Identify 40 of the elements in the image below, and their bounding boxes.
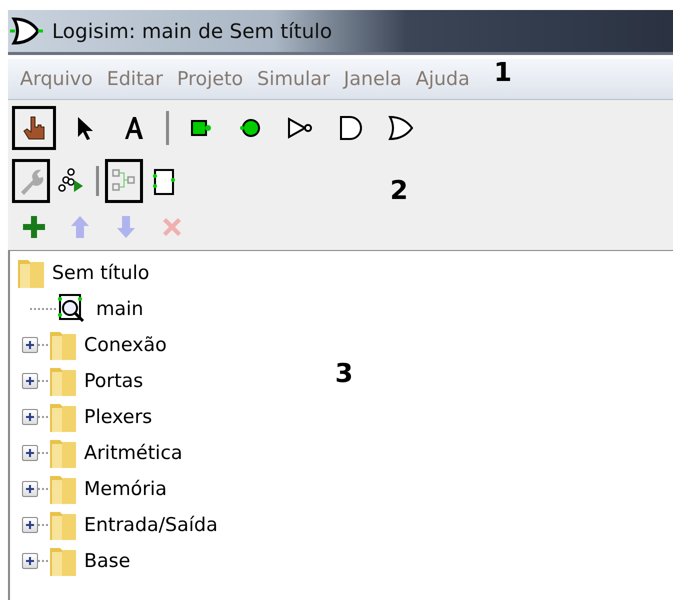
tree-item[interactable]: Portas bbox=[84, 370, 144, 392]
expand-toggle[interactable] bbox=[22, 553, 38, 569]
circuit-icon bbox=[56, 293, 86, 325]
app-logo-icon bbox=[10, 16, 44, 46]
menu-item[interactable]: Arquivo bbox=[20, 68, 93, 90]
tree-item[interactable]: Memória bbox=[84, 478, 167, 500]
plus-icon bbox=[25, 484, 35, 494]
callout-number: 1 bbox=[494, 58, 512, 88]
tree-item[interactable]: Entrada/Saída bbox=[84, 514, 218, 536]
expand-toggle[interactable] bbox=[22, 373, 38, 389]
menu-item[interactable]: Projeto bbox=[176, 68, 244, 90]
menu-item[interactable]: Ajuda bbox=[416, 68, 470, 90]
expand-toggle[interactable] bbox=[22, 517, 38, 533]
menu-item[interactable]: Janela bbox=[344, 68, 402, 90]
explorer-tab[interactable] bbox=[12, 159, 50, 203]
or-gate-icon bbox=[386, 113, 416, 143]
tree-item[interactable]: Conexão bbox=[84, 334, 167, 356]
plus-icon bbox=[25, 340, 35, 350]
plus-icon bbox=[25, 520, 35, 530]
callout-number: 2 bbox=[390, 176, 408, 206]
tree-item[interactable]: Base bbox=[84, 550, 130, 572]
expand-toggle[interactable] bbox=[22, 409, 38, 425]
tree-item[interactable]: Sem título bbox=[52, 262, 150, 284]
plus-icon bbox=[21, 214, 47, 240]
menu-item[interactable]: Editar bbox=[106, 68, 163, 90]
plus-icon bbox=[25, 556, 35, 566]
menu-item[interactable]: Simular bbox=[257, 68, 330, 90]
callout-number: 3 bbox=[335, 359, 354, 389]
plus-icon bbox=[25, 412, 35, 422]
expand-toggle[interactable] bbox=[22, 337, 38, 353]
tree-item[interactable]: main bbox=[96, 298, 144, 320]
tree-item[interactable]: Aritmética bbox=[84, 442, 183, 464]
plus-icon bbox=[25, 376, 35, 386]
expand-toggle[interactable] bbox=[22, 445, 38, 461]
tool-button[interactable] bbox=[12, 106, 56, 150]
tree-item[interactable]: Plexers bbox=[84, 406, 152, 428]
expand-toggle[interactable] bbox=[22, 481, 38, 497]
window-title: Logisim: main de Sem título bbox=[52, 19, 332, 43]
plus-icon bbox=[25, 448, 35, 458]
view-tab[interactable] bbox=[105, 159, 143, 203]
